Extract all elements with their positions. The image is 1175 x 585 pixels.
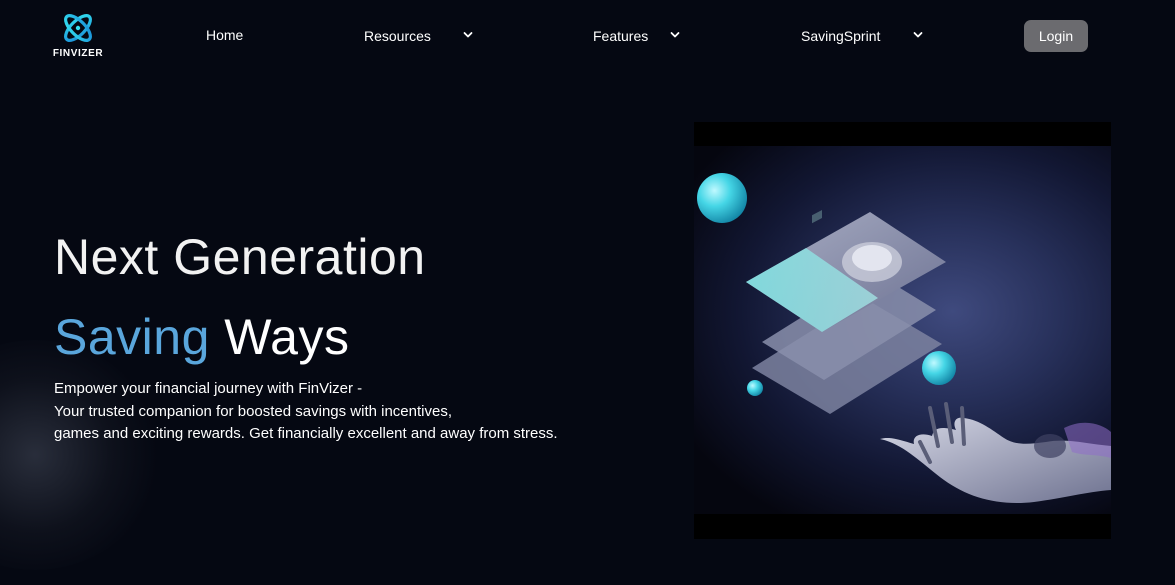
chevron-down-icon[interactable]	[913, 31, 923, 39]
chevron-down-icon[interactable]	[463, 31, 473, 39]
hero-illustration	[694, 122, 1111, 539]
nav-resources[interactable]: Resources	[364, 28, 431, 44]
brand-logo[interactable]: FINVIZER	[48, 10, 108, 62]
hero-description-line: games and exciting rewards. Get financia…	[54, 425, 558, 442]
hero-title-accent: Saving	[54, 309, 210, 365]
hero-description: Empower your financial journey with FinV…	[54, 378, 654, 446]
hero-description-line: Empower your financial journey with FinV…	[54, 380, 363, 397]
background-glow	[0, 340, 160, 570]
nav-features[interactable]: Features	[593, 28, 651, 44]
illustration-scene	[694, 146, 1111, 514]
hero-title-rest: Ways	[224, 309, 350, 365]
hero-title-line1: Next Generation	[54, 229, 426, 285]
chevron-down-icon[interactable]	[670, 31, 680, 39]
nav-home[interactable]: Home	[206, 27, 243, 43]
cards-and-hand-illustration	[697, 173, 1111, 504]
hero-title-line2: Saving Ways	[54, 306, 349, 368]
login-button[interactable]: Login	[1024, 20, 1088, 52]
finvizer-logo-icon	[64, 14, 92, 42]
hero-description-line: Your trusted companion for boosted savin…	[54, 402, 453, 420]
nav-savingsprint[interactable]: SavingSprint	[801, 28, 880, 44]
brand-name: FINVIZER	[52, 48, 104, 59]
landing-page: FINVIZER Home Resources Features SavingS…	[0, 0, 1175, 585]
